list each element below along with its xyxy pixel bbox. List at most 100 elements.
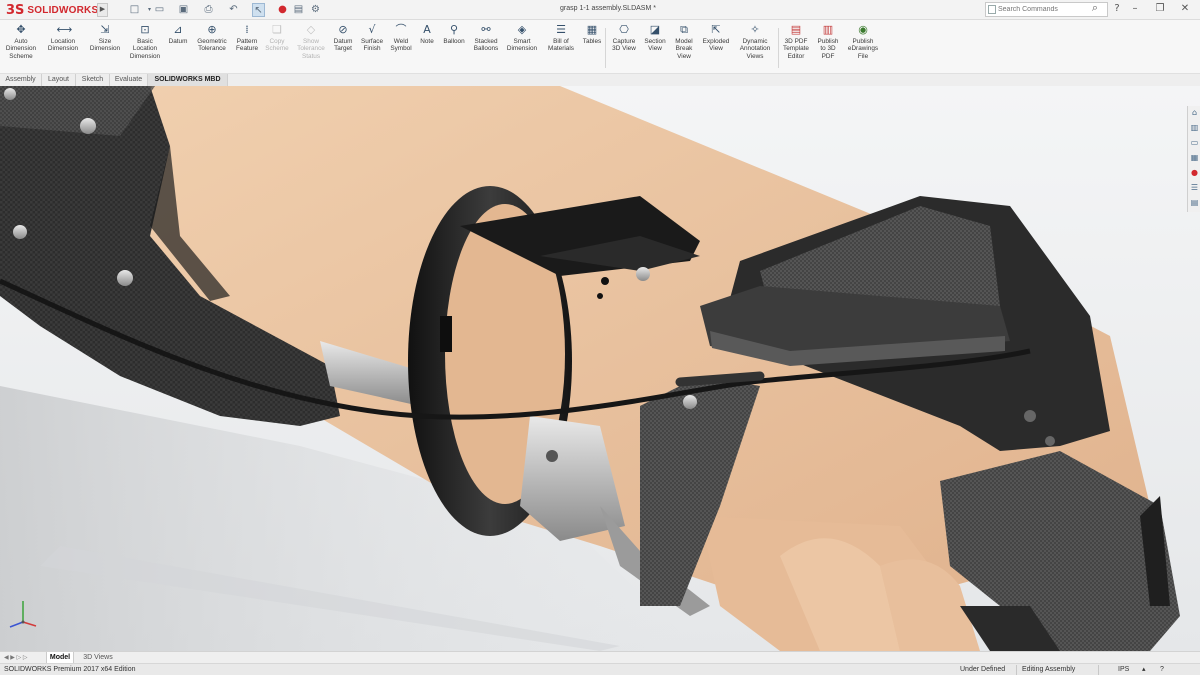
- 3d-pdf-template-editor-icon: ▤: [790, 23, 802, 36]
- tool-geometric-tolerance[interactable]: ⊕ Geometric Tolerance: [193, 24, 231, 53]
- command-manager: ✥ Auto Dimension Scheme ⟷ Location Dimensi…: [0, 20, 1200, 74]
- rebuild-icon[interactable]: ●: [276, 3, 289, 17]
- tool-smart-dimension[interactable]: ◈ Smart Dimension: [503, 24, 541, 53]
- tool-model-break-view[interactable]: ⧉ Model Break View: [670, 24, 698, 60]
- tool-3d-pdf-template-editor[interactable]: ▤ 3D PDF Template Editor: [780, 24, 812, 60]
- status-separator: [1016, 665, 1017, 675]
- tool-capture-3d-view[interactable]: ⎔ Capture 3D View: [608, 24, 640, 53]
- file-explorer-icon[interactable]: ▭: [1189, 137, 1200, 149]
- editing-mode-status: Editing Assembly: [1022, 666, 1076, 673]
- dynamic-annotation-views-icon: ✧: [750, 23, 760, 36]
- search-commands-input[interactable]: [998, 4, 1088, 15]
- tool-tables[interactable]: ▦ Tables: [581, 23, 603, 46]
- tab-assembly[interactable]: Assembly: [0, 74, 42, 86]
- scroll-tabs-icon[interactable]: ◀ ▶ ▷ ▷: [4, 653, 27, 663]
- toolbar-separator: [778, 28, 779, 68]
- help-icon[interactable]: ?: [1110, 2, 1124, 16]
- datum-icon: ⊿: [173, 23, 183, 36]
- publish-edrawings-icon: ◉: [858, 23, 868, 36]
- tool-dynamic-annotation-views[interactable]: ✧ Dynamic Annotation Views: [734, 24, 776, 60]
- model-break-view-icon: ⧉: [680, 23, 688, 36]
- viewport-minimize-icon[interactable]: –: [1146, 86, 1156, 88]
- show-tolerance-status-icon: ◇: [306, 23, 316, 36]
- tool-copy-scheme[interactable]: ❏ Copy Scheme: [263, 24, 291, 53]
- restore-icon[interactable]: ❐: [1153, 2, 1167, 16]
- capture-3d-view-icon: ⎔: [619, 23, 629, 36]
- search-icon[interactable]: ⌕: [1088, 1, 1102, 15]
- location-dimension-icon: ⟷: [56, 23, 73, 36]
- undo-icon[interactable]: ↶: [227, 3, 240, 17]
- tab-layout[interactable]: Layout: [42, 74, 76, 86]
- split-view-icon[interactable]: ⧉: [1124, 86, 1134, 88]
- tool-pattern-feature[interactable]: ⁞ Pattern Feature: [231, 24, 263, 53]
- tool-exploded-view[interactable]: ⇱ Exploded View: [699, 24, 733, 53]
- design-library-icon[interactable]: ▥: [1189, 122, 1200, 134]
- pattern-feature-icon: ⁞: [245, 23, 249, 36]
- solidworks-resources-icon[interactable]: ⌂: [1189, 107, 1200, 119]
- tool-location-dimension[interactable]: ⟷ Location Dimension: [42, 24, 84, 53]
- view-palette-icon[interactable]: ▦: [1189, 152, 1200, 164]
- tool-note[interactable]: A Note: [416, 23, 438, 46]
- minimize-icon[interactable]: –: [1128, 2, 1142, 16]
- basic-location-dimension-icon: ⊡: [140, 23, 150, 36]
- forum-icon[interactable]: ▤: [1189, 197, 1200, 209]
- units-dropdown-icon[interactable]: ▴: [1142, 665, 1146, 675]
- tool-surface-finish[interactable]: √ Surface Finish: [358, 24, 386, 53]
- units-selector[interactable]: IPS: [1118, 665, 1129, 675]
- select-icon[interactable]: ↖: [252, 3, 265, 17]
- heads-up-view-toolbar: ⌕ ⊕ ↰ ◪ ✧ ⬚ ◍ ◉ ◕ ◐ ▭ ▾: [480, 86, 667, 88]
- tool-weld-symbol[interactable]: ⌒ Weld Symbol: [388, 24, 414, 53]
- bill-of-materials-icon: ☰: [556, 23, 566, 36]
- tool-datum-target[interactable]: ⊘ Datum Target: [330, 24, 356, 53]
- definition-status: Under Defined: [960, 666, 1006, 673]
- command-manager-tabs: Assembly Layout Sketch Evaluate SOLIDWOR…: [0, 74, 1200, 86]
- viewport-restore-icon[interactable]: ❐: [1164, 86, 1174, 88]
- assembly-model-render[interactable]: [0, 86, 1200, 651]
- tool-balloon[interactable]: ⚲ Balloon: [440, 23, 468, 46]
- save-icon[interactable]: ▣: [177, 3, 190, 17]
- new-document-icon[interactable]: □: [128, 3, 141, 17]
- size-dimension-icon: ⇲: [100, 23, 110, 36]
- balloon-icon: ⚲: [449, 23, 459, 36]
- tab-sketch[interactable]: Sketch: [76, 74, 110, 86]
- tool-auto-dimension-scheme[interactable]: ✥ Auto Dimension Scheme: [2, 24, 40, 60]
- quick-tips-icon[interactable]: ?: [1160, 665, 1164, 675]
- tables-icon: ▦: [586, 23, 598, 36]
- edition-label: SOLIDWORKS Premium 2017 x64 Edition: [4, 666, 136, 673]
- tool-datum[interactable]: ⊿ Datum: [164, 23, 192, 46]
- close-icon[interactable]: ✕: [1178, 2, 1192, 16]
- custom-properties-icon[interactable]: ☰: [1189, 182, 1200, 194]
- tool-size-dimension[interactable]: ⇲ Size Dimension: [86, 24, 124, 53]
- status-bar: SOLIDWORKS Premium 2017 x64 Edition Unde…: [0, 663, 1200, 675]
- tool-show-tolerance-status[interactable]: ◇ Show Tolerance Status: [292, 24, 330, 60]
- task-pane-tabs: ⌂ ▥ ▭ ▦ ● ☰ ▤: [1187, 106, 1200, 212]
- copy-scheme-icon: ❏: [272, 23, 282, 36]
- options-icon[interactable]: ⚙: [309, 3, 322, 17]
- status-separator: [1098, 665, 1099, 675]
- graphics-area[interactable]: ⌕ ⊕ ↰ ◪ ✧ ⬚ ◍ ◉ ◕ ◐ ▭ ▾ ⧉ – ❐ ✕ ⌂ ▥ ▭ ▦ …: [0, 86, 1200, 651]
- datum-target-icon: ⊘: [338, 23, 348, 36]
- solidworks-logo[interactable]: 3S SOLIDWORKS: [6, 3, 98, 18]
- tool-stacked-balloons[interactable]: ⚯ Stacked Balloons: [470, 24, 502, 53]
- tab-evaluate[interactable]: Evaluate: [110, 74, 148, 86]
- tool-publish-3d-pdf[interactable]: ▥ Publish to 3D PDF: [814, 24, 842, 60]
- smart-dimension-icon: ◈: [517, 23, 527, 36]
- note-icon: A: [423, 23, 431, 36]
- tool-section-view[interactable]: ◪ Section View: [641, 24, 669, 53]
- surface-finish-icon: √: [368, 23, 376, 36]
- open-icon[interactable]: ▭: [153, 3, 166, 17]
- menu-expand-button[interactable]: ▶: [97, 3, 108, 17]
- tool-basic-location-dimension[interactable]: ⊡ Basic Location Dimension: [126, 24, 164, 60]
- appearances-icon[interactable]: ●: [1189, 167, 1200, 179]
- search-scope-icon[interactable]: [988, 5, 996, 14]
- model-view-tabs: ◀ ▶ ▷ ▷ Model 3D Views: [0, 651, 1200, 664]
- publish-3d-pdf-icon: ▥: [822, 23, 834, 36]
- tool-bill-of-materials[interactable]: ☰ Bill of Materials: [543, 24, 579, 53]
- file-properties-icon[interactable]: ▤: [292, 3, 305, 17]
- print-icon[interactable]: ⎙: [202, 3, 215, 17]
- tool-publish-edrawings[interactable]: ◉ Publish eDrawings File: [844, 24, 882, 60]
- title-bar: 3S SOLIDWORKS ▶ □ ▾ ▭ ▣ ⎙ ↶ ↖ ● ▤ ⚙ gras…: [0, 0, 1200, 20]
- viewport-close-icon[interactable]: ✕: [1182, 86, 1192, 88]
- exploded-view-icon: ⇱: [711, 23, 721, 36]
- tab-solidworks-mbd[interactable]: SOLIDWORKS MBD: [148, 74, 228, 86]
